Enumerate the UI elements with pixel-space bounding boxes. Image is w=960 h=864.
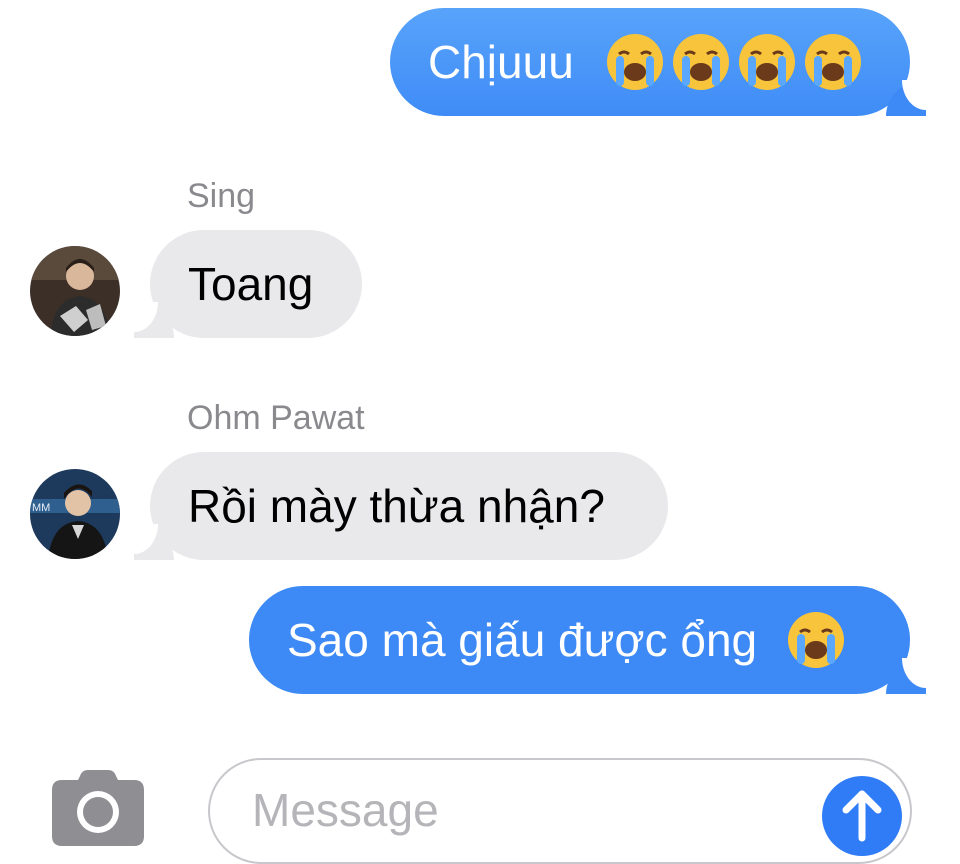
message-text: Rồi mày thừa nhận? [188, 480, 605, 532]
sender-name: Ohm Pawat [187, 399, 365, 437]
message-input[interactable]: Message [208, 758, 912, 864]
bubble-tail [886, 80, 926, 116]
avatar[interactable] [30, 246, 120, 336]
message-text: Chịuuu [428, 36, 574, 88]
message-text: Toang [188, 258, 314, 310]
arrow-up-icon [842, 790, 882, 842]
message-input-placeholder: Message [252, 784, 439, 836]
message-text: Sao mà giấu được ổng [287, 614, 758, 666]
bubble-tail [134, 302, 174, 338]
loudly-crying-face-icon [671, 32, 731, 92]
incoming-message-bubble[interactable]: Rồi mày thừa nhận? [134, 452, 668, 560]
incoming-message-bubble[interactable]: Toang [134, 230, 362, 338]
outgoing-message-bubble[interactable]: Chịuuu [390, 8, 926, 116]
loudly-crying-face-icon [605, 32, 665, 92]
loudly-crying-face-icon [786, 610, 846, 670]
send-button[interactable] [822, 776, 902, 856]
avatar[interactable]: MM [30, 469, 120, 559]
camera-icon [52, 770, 144, 846]
svg-text:MM: MM [32, 502, 50, 514]
bubble-tail [886, 658, 926, 694]
outgoing-message-bubble[interactable]: Sao mà giấu được ổng [249, 586, 926, 694]
sender-name: Sing [187, 177, 256, 215]
camera-button[interactable] [50, 770, 146, 846]
loudly-crying-face-icon [737, 32, 797, 92]
bubble-tail [134, 524, 174, 560]
loudly-crying-face-icon [803, 32, 863, 92]
